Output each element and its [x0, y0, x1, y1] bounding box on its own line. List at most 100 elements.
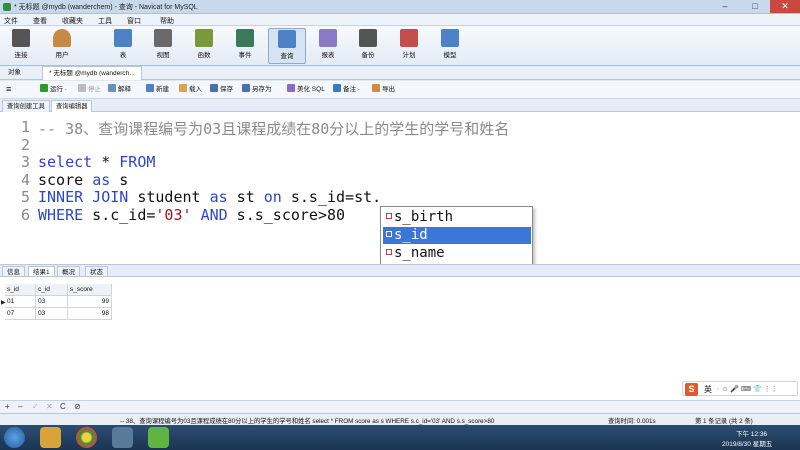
apply-button[interactable]: ✓: [32, 402, 39, 411]
line-number: 6: [20, 205, 30, 224]
table-cell[interactable]: 98: [68, 308, 112, 320]
line-number: 1: [20, 118, 30, 136]
load-button[interactable]: 载入: [179, 84, 202, 96]
table-cell[interactable]: 01: [5, 296, 36, 308]
run-button[interactable]: 运行 ·: [40, 84, 67, 96]
line-number: 5: [20, 188, 30, 206]
menu-file[interactable]: 文件: [4, 16, 18, 26]
field-icon: [386, 213, 392, 219]
tab-query-builder[interactable]: 查询创建工具: [2, 100, 50, 112]
save-button[interactable]: 保存: [210, 84, 233, 96]
navicat-icon: [3, 3, 11, 11]
line-number: 4: [20, 170, 30, 189]
query-document-tab[interactable]: * 无标题 @mydb (wanderch...: [42, 66, 142, 80]
field-icon: [386, 249, 392, 255]
ime-tools[interactable]: · ☺ 🎤 ⌨ 👕 ⋮⋮: [717, 385, 778, 393]
status-bar: -- 38、查询课程编号为03且课程成绩在80分以上的学生的学号和姓名 sele…: [0, 413, 800, 425]
editor-tab-bar: 查询创建工具 查询编辑器: [0, 99, 800, 112]
backup-icon: [359, 29, 377, 47]
record-nav-bar: + – ✓ ✕ C ⊘: [0, 400, 800, 413]
table-button[interactable]: 表: [107, 28, 139, 64]
column-header[interactable]: s_score: [68, 284, 112, 296]
folder-icon: [179, 84, 187, 92]
ime-mode[interactable]: 英: [704, 384, 712, 395]
report-icon: [319, 29, 337, 47]
function-button[interactable]: 函数: [188, 28, 220, 64]
view-icon: [154, 29, 172, 47]
menu-tools[interactable]: 工具: [98, 16, 112, 26]
code-line-score: score as s: [38, 170, 129, 189]
tab-result1[interactable]: 结果1: [28, 266, 55, 277]
navicat-taskbar-icon[interactable]: [148, 427, 169, 448]
taskbar-app-icon[interactable]: [40, 427, 61, 448]
backup-button[interactable]: 备份: [352, 28, 384, 64]
tab-status[interactable]: 状态: [85, 266, 108, 277]
table-cell[interactable]: 03: [36, 308, 68, 320]
objects-tab[interactable]: 对象: [2, 66, 27, 80]
query-icon: [278, 30, 296, 48]
close-button[interactable]: ✕: [770, 0, 800, 13]
save-as-button[interactable]: 另存为: [242, 84, 272, 96]
model-button[interactable]: 模型: [434, 28, 466, 64]
result-grid: s_id c_id s_score ▶ 01 03 99 07 03 98: [0, 277, 800, 400]
minimize-button[interactable]: –: [710, 0, 740, 13]
tab-profile[interactable]: 概况: [57, 266, 80, 277]
column-header[interactable]: c_id: [36, 284, 68, 296]
autocomplete-item[interactable]: s_birth: [383, 209, 531, 226]
start-button[interactable]: [4, 427, 25, 448]
tab-info[interactable]: 信息: [2, 266, 25, 277]
add-record-button[interactable]: +: [5, 402, 10, 411]
autocomplete-item-selected[interactable]: s_id: [383, 227, 531, 244]
chrome-icon[interactable]: [76, 427, 97, 448]
schedule-button[interactable]: 计划: [393, 28, 425, 64]
stop-button[interactable]: 停止: [78, 84, 101, 96]
function-icon: [195, 29, 213, 47]
play-icon: [40, 84, 48, 92]
status-records: 第 1 条记录 (共 2 条): [695, 418, 753, 425]
event-button[interactable]: 事件: [229, 28, 261, 64]
explain-button[interactable]: 解释: [108, 84, 131, 96]
autocomplete-item[interactable]: s_name: [383, 245, 531, 262]
line-number: 2: [20, 135, 30, 154]
table-cell[interactable]: 99: [68, 296, 112, 308]
report-button[interactable]: 报表: [312, 28, 344, 64]
export-button[interactable]: 导出: [372, 84, 395, 96]
discard-button[interactable]: ✕: [46, 402, 53, 411]
column-header[interactable]: s_id: [5, 284, 36, 296]
stop-icon: [78, 84, 86, 92]
refresh-button[interactable]: C: [60, 402, 66, 411]
delete-record-button[interactable]: –: [18, 402, 22, 411]
table-cell[interactable]: 03: [36, 296, 68, 308]
taskbar: 下午 12:36 2019/8/30 星期五: [0, 425, 800, 450]
connection-button[interactable]: 连接: [5, 28, 37, 64]
new-button[interactable]: 新建: [146, 84, 169, 96]
code-line-join: INNER JOIN student as st on s.s_id=st.: [38, 188, 382, 206]
menu-icon[interactable]: ≡: [6, 83, 11, 95]
view-button[interactable]: 视图: [147, 28, 179, 64]
maximize-button[interactable]: □: [740, 0, 770, 13]
tab-query-editor[interactable]: 查询编辑器: [51, 100, 93, 112]
query-toolbar: ≡ 运行 · 停止 解释 新建 载入 保存 另存为 美化 SQL 备注 · 导出: [0, 81, 800, 99]
status-time: 查询时间: 0.001s: [608, 418, 656, 425]
beautify-sql-button[interactable]: 美化 SQL: [287, 84, 325, 96]
menu-window[interactable]: 窗口: [127, 16, 141, 26]
stop-fetch-button[interactable]: ⊘: [74, 402, 81, 411]
code-line-select: select * FROM: [38, 153, 156, 171]
save-as-icon: [242, 84, 250, 92]
menu-bar: 文件 查看 收藏夹 工具 窗口 帮助: [0, 14, 800, 26]
window-title: * 无标题 @mydb (wanderchem) - 查询 - Navicat …: [14, 4, 198, 11]
object-tab-bar: 对象 * 无标题 @mydb (wanderch...: [0, 66, 800, 80]
code-line-comment: -- 38、查询课程编号为03且课程成绩在80分以上的学生的学号和姓名: [38, 120, 510, 138]
taskbar-app-icon[interactable]: [112, 427, 133, 448]
comment-button[interactable]: 备注 ·: [333, 84, 360, 96]
status-query: -- 38、查询课程编号为03且课程成绩在80分以上的学生的学号和姓名 sele…: [120, 418, 495, 425]
clock-date: 2019/8/30 星期五: [722, 441, 773, 448]
menu-view[interactable]: 查看: [33, 16, 47, 26]
table-cell[interactable]: 07: [5, 308, 36, 320]
menu-favorites[interactable]: 收藏夹: [62, 16, 83, 26]
menu-help[interactable]: 帮助: [160, 16, 174, 26]
title-bar: * 无标题 @mydb (wanderchem) - 查询 - Navicat …: [0, 0, 800, 14]
user-button[interactable]: 用户: [46, 28, 78, 64]
beautify-icon: [287, 84, 295, 92]
query-button[interactable]: 查询: [268, 28, 306, 64]
